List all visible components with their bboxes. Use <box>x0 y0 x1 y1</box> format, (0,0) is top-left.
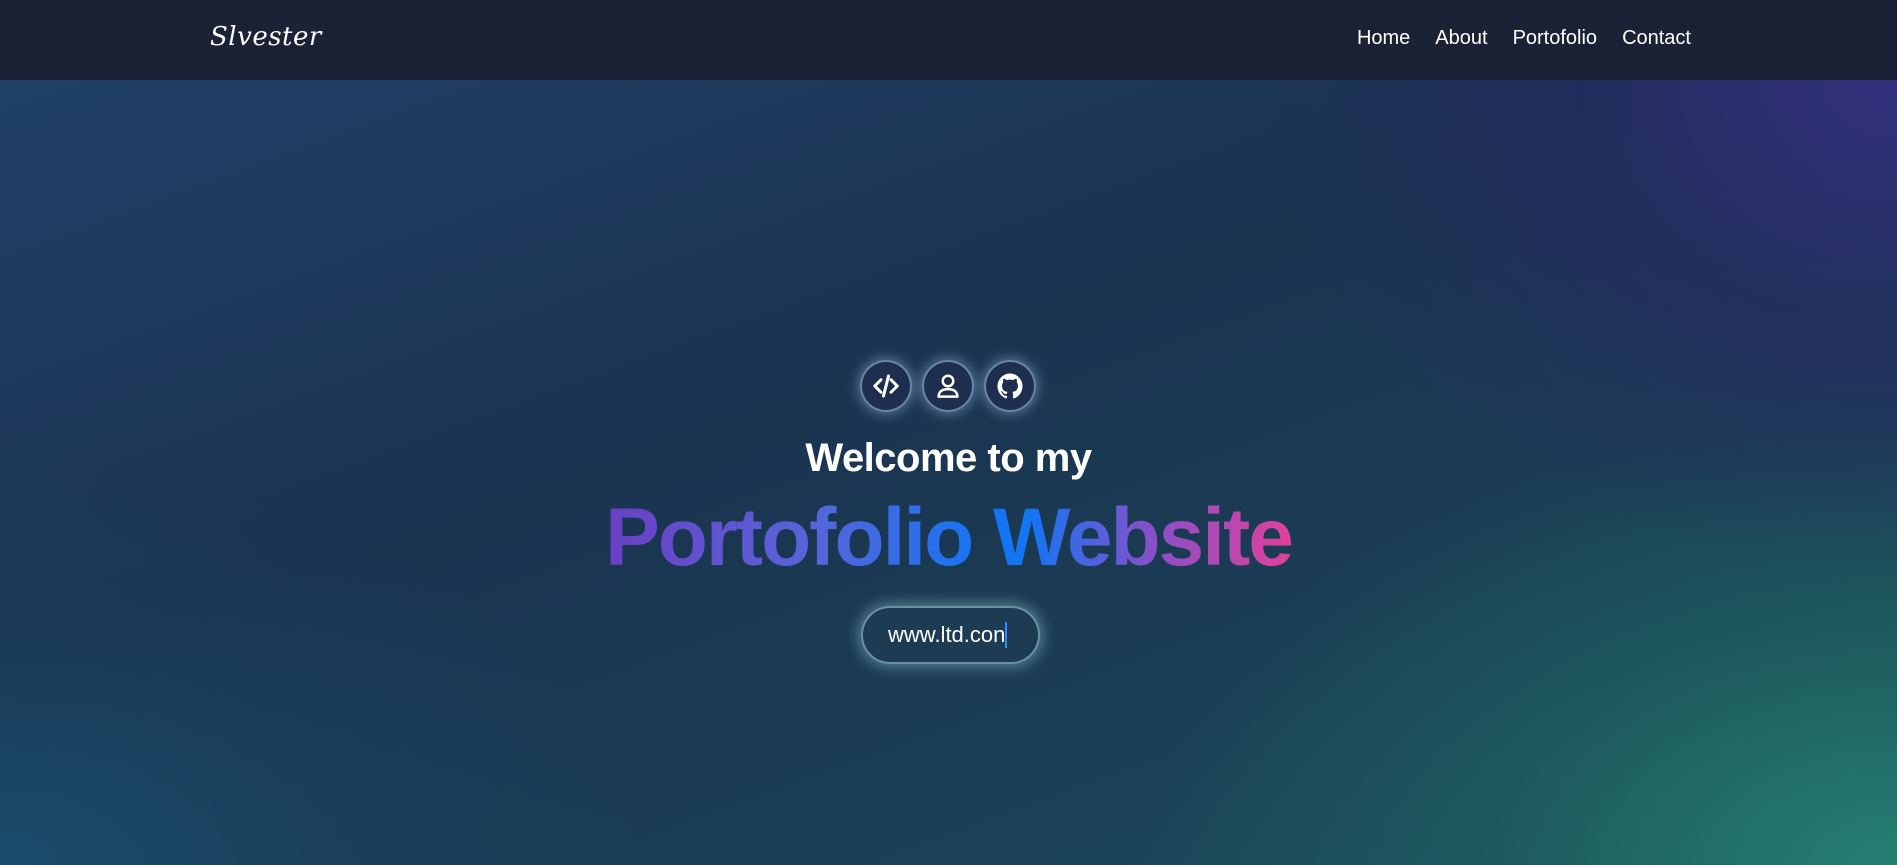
nav-link-contact[interactable]: Contact <box>1622 27 1691 50</box>
hero-section: Welcome to my Portofolio Website www.ltd… <box>0 80 1897 865</box>
brand-logo[interactable]: Slvester <box>210 22 322 52</box>
headline-text: Portofolio Website <box>605 492 1294 583</box>
text-cursor <box>1005 622 1008 648</box>
nav-links: Home About Portofolio Contact <box>1357 27 1691 50</box>
navbar: Slvester Home About Portofolio Contact <box>0 0 1897 80</box>
url-text: www.ltd.con <box>888 622 1006 647</box>
nav-link-home[interactable]: Home <box>1357 27 1410 50</box>
welcome-heading: Welcome to my <box>805 436 1092 480</box>
nav-link-portofolio[interactable]: Portofolio <box>1513 27 1598 50</box>
github-icon[interactable] <box>984 360 1036 412</box>
nav-link-about[interactable]: About <box>1435 27 1487 50</box>
code-icon[interactable] <box>860 360 912 412</box>
user-icon[interactable] <box>922 360 974 412</box>
headline: Portofolio Website <box>0 488 1897 588</box>
hero-icons <box>860 360 1036 412</box>
url-pill[interactable]: www.ltd.con <box>861 606 1040 664</box>
